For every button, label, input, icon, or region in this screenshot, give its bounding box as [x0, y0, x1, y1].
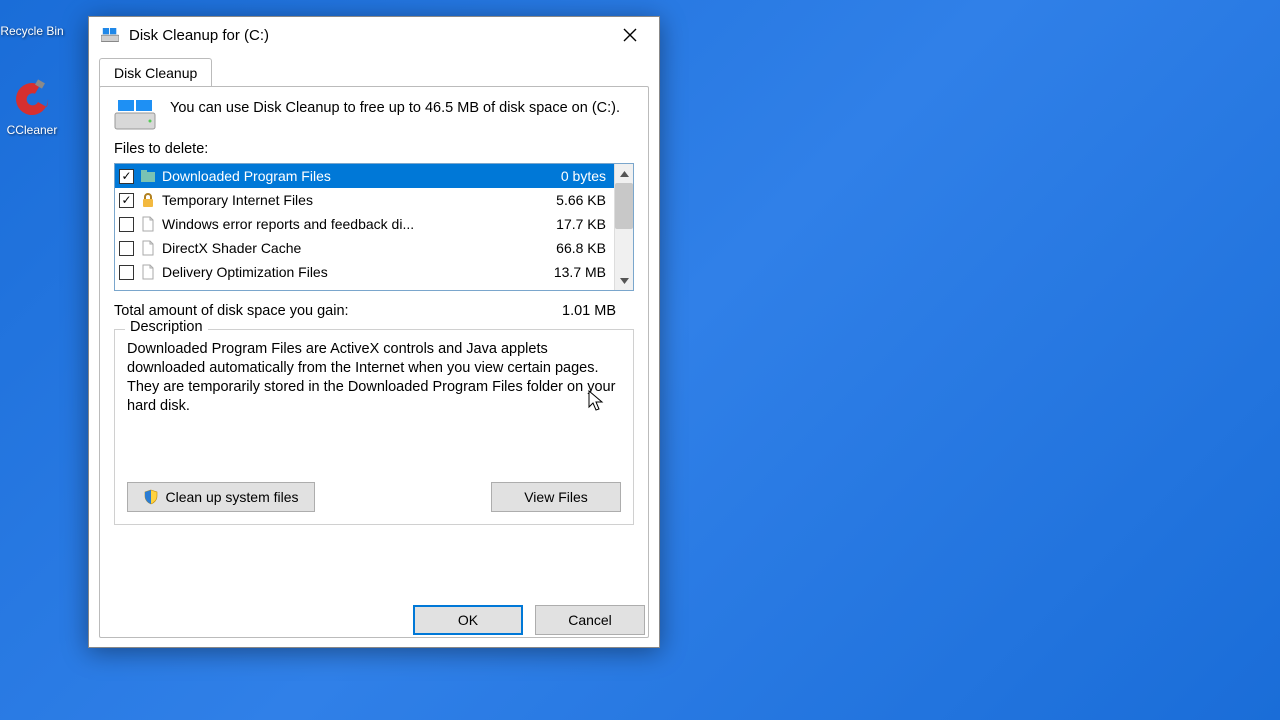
cancel-button[interactable]: Cancel [535, 605, 645, 635]
dialog-title: Disk Cleanup for (C:) [129, 27, 609, 44]
description-legend: Description [125, 319, 208, 335]
chevron-up-icon [620, 171, 629, 177]
titlebar[interactable]: Disk Cleanup for (C:) [89, 17, 659, 53]
view-files-button[interactable]: View Files [491, 482, 621, 512]
disk-drive-icon [114, 99, 156, 131]
file-icon [140, 240, 156, 256]
desktop-icon-recycle-bin[interactable]: Recycle Bin [0, 0, 64, 38]
list-item-size: 0 bytes [536, 168, 610, 184]
desktop-icon-ccleaner[interactable]: CCleaner [0, 75, 64, 137]
ccleaner-icon [8, 75, 56, 123]
list-item[interactable]: Windows error reports and feedback di...… [115, 212, 614, 236]
total-space-label: Total amount of disk space you gain: [114, 303, 349, 319]
total-space-value: 1.01 MB [562, 303, 616, 319]
list-item[interactable]: DirectX Shader Cache 66.8 KB [115, 236, 614, 260]
file-icon [140, 216, 156, 232]
cleanup-info-text: You can use Disk Cleanup to free up to 4… [170, 99, 620, 131]
checkbox[interactable] [119, 217, 134, 232]
ok-button[interactable]: OK [413, 605, 523, 635]
list-item-size: 17.7 KB [536, 216, 610, 232]
description-group: Description Downloaded Program Files are… [114, 329, 634, 525]
disk-cleanup-title-icon [101, 28, 119, 42]
checkbox[interactable] [119, 193, 134, 208]
list-item[interactable]: Delivery Optimization Files 13.7 MB [115, 260, 614, 284]
list-item-name: Downloaded Program Files [162, 168, 530, 184]
close-icon [623, 28, 637, 42]
list-item-size: 13.7 MB [536, 264, 610, 280]
list-item-name: Windows error reports and feedback di... [162, 216, 530, 232]
list-item-size: 5.66 KB [536, 192, 610, 208]
tab-disk-cleanup[interactable]: Disk Cleanup [99, 58, 212, 87]
shield-icon [143, 489, 159, 505]
close-button[interactable] [609, 21, 651, 49]
checkbox[interactable] [119, 169, 134, 184]
files-listbox[interactable]: Downloaded Program Files 0 bytes Temporary… [114, 163, 634, 291]
ccleaner-label: CCleaner [0, 123, 64, 137]
list-item-name: Temporary Internet Files [162, 192, 530, 208]
listbox-scrollbar[interactable] [614, 164, 633, 290]
scroll-up-button[interactable] [615, 164, 633, 183]
disk-cleanup-dialog: Disk Cleanup for (C:) Disk Cleanup You c… [88, 16, 660, 648]
chevron-down-icon [620, 278, 629, 284]
recycle-bin-icon [10, 0, 54, 22]
checkbox[interactable] [119, 241, 134, 256]
cleanup-panel: You can use Disk Cleanup to free up to 4… [99, 86, 649, 638]
description-text: Downloaded Program Files are ActiveX con… [127, 340, 621, 415]
list-item-name: Delivery Optimization Files [162, 264, 530, 280]
scroll-thumb[interactable] [615, 183, 633, 229]
lock-icon [140, 192, 156, 208]
scroll-down-button[interactable] [615, 271, 633, 290]
clean-up-system-files-button[interactable]: Clean up system files [127, 482, 315, 512]
files-to-delete-label: Files to delete: [114, 141, 634, 157]
file-icon [140, 264, 156, 280]
list-item[interactable]: Downloaded Program Files 0 bytes [115, 164, 614, 188]
checkbox[interactable] [119, 265, 134, 280]
list-item[interactable]: Temporary Internet Files 5.66 KB [115, 188, 614, 212]
clean-up-system-files-label: Clean up system files [165, 489, 298, 505]
list-item-name: DirectX Shader Cache [162, 240, 530, 256]
list-item-size: 66.8 KB [536, 240, 610, 256]
recycle-bin-label: Recycle Bin [0, 24, 64, 38]
folder-icon [140, 168, 156, 184]
